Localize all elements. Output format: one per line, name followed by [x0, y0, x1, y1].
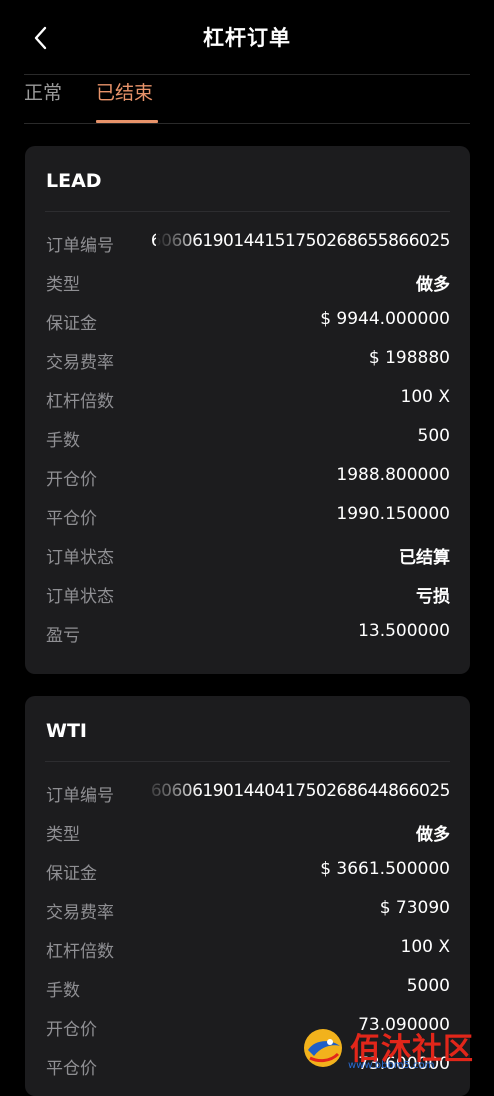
order-row-margin: 保证金 $ 3661.500000 [46, 859, 450, 885]
row-label: 交易费率 [46, 353, 114, 373]
order-row-order-number: 订单编号 60606190144041750268644866025 [46, 781, 451, 807]
row-label: 保证金 [46, 314, 97, 334]
order-row-open-price: 开仓价 1988.800000 [46, 465, 450, 491]
top-bar: 杠杆订单 [0, 0, 494, 76]
order-symbol: LEAD [46, 170, 102, 192]
row-value: 100 X [400, 937, 451, 957]
order-row-type: 类型 做多 [46, 820, 450, 846]
order-symbol: WTI [46, 720, 87, 742]
row-label: 保证金 [46, 864, 97, 884]
row-value: 100 X [400, 387, 451, 407]
row-label: 订单状态 [46, 548, 114, 568]
row-value: 做多 [416, 275, 450, 295]
tabs-divider [24, 123, 470, 124]
order-row-fee: 交易费率 $ 198880 [46, 348, 450, 374]
order-row-close-price: 平仓价 1990.150000 [46, 504, 450, 530]
row-label: 类型 [46, 275, 80, 295]
row-label: 平仓价 [46, 509, 97, 529]
row-label: 订单编号 [46, 236, 114, 256]
order-row-type: 类型 做多 [46, 270, 450, 296]
watermark-logo-icon [304, 1029, 342, 1067]
row-value: $ 73090 [379, 898, 450, 918]
row-label: 订单状态 [46, 587, 114, 607]
row-label: 手数 [46, 431, 80, 451]
order-card: LEAD 订单编号 60606190144151750268655866025 … [25, 146, 470, 674]
order-row-order-number: 订单编号 60606190144151750268655866025 [46, 231, 451, 257]
watermark-url: www.bbbm5.com [348, 1060, 435, 1071]
row-label: 杠杆倍数 [46, 392, 114, 412]
tab-bar: 正常 已结束 [24, 76, 470, 124]
order-row-fee: 交易费率 $ 73090 [46, 898, 450, 924]
order-number-value: 60606190144041750268644866025 [150, 781, 451, 801]
page-title: 杠杆订单 [203, 26, 291, 50]
row-label: 杠杆倍数 [46, 942, 114, 962]
order-number-value: 60606190144151750268655866025 [150, 231, 451, 251]
order-row-result: 订单状态 亏损 [46, 582, 450, 608]
row-label: 交易费率 [46, 903, 114, 923]
order-row-lots: 手数 5000 [46, 976, 450, 1002]
card-divider [45, 211, 450, 212]
order-row-leverage: 杠杆倍数 100 X [46, 937, 450, 963]
row-value: $ 198880 [368, 348, 450, 368]
order-row-leverage: 杠杆倍数 100 X [46, 387, 450, 413]
row-label: 类型 [46, 825, 80, 845]
row-value: 1988.800000 [336, 465, 450, 485]
row-value: $ 3661.500000 [320, 859, 450, 879]
order-row-status: 订单状态 已结算 [46, 543, 450, 569]
row-label: 平仓价 [46, 1059, 97, 1079]
row-value: $ 9944.000000 [320, 309, 450, 329]
row-label: 开仓价 [46, 470, 97, 490]
card-divider [45, 761, 450, 762]
row-value: 5000 [406, 976, 450, 996]
row-value: 1990.150000 [336, 504, 450, 524]
tab-ended[interactable]: 已结束 [96, 78, 153, 105]
row-label: 开仓价 [46, 1020, 97, 1040]
row-label: 订单编号 [46, 786, 114, 806]
order-row-pnl: 盈亏 13.500000 [46, 621, 450, 647]
tab-normal[interactable]: 正常 [24, 78, 62, 105]
row-value: 500 [417, 426, 450, 446]
row-value: 13.500000 [358, 621, 450, 641]
header-divider [24, 74, 470, 75]
row-label: 手数 [46, 981, 80, 1001]
row-value: 已结算 [399, 548, 450, 568]
row-value: 亏损 [416, 587, 450, 607]
order-row-lots: 手数 500 [46, 426, 450, 452]
row-label: 盈亏 [46, 626, 80, 646]
row-value: 做多 [416, 825, 450, 845]
order-row-margin: 保证金 $ 9944.000000 [46, 309, 450, 335]
watermark: 佰沐社区 www.bbbm5.com [300, 1022, 486, 1074]
